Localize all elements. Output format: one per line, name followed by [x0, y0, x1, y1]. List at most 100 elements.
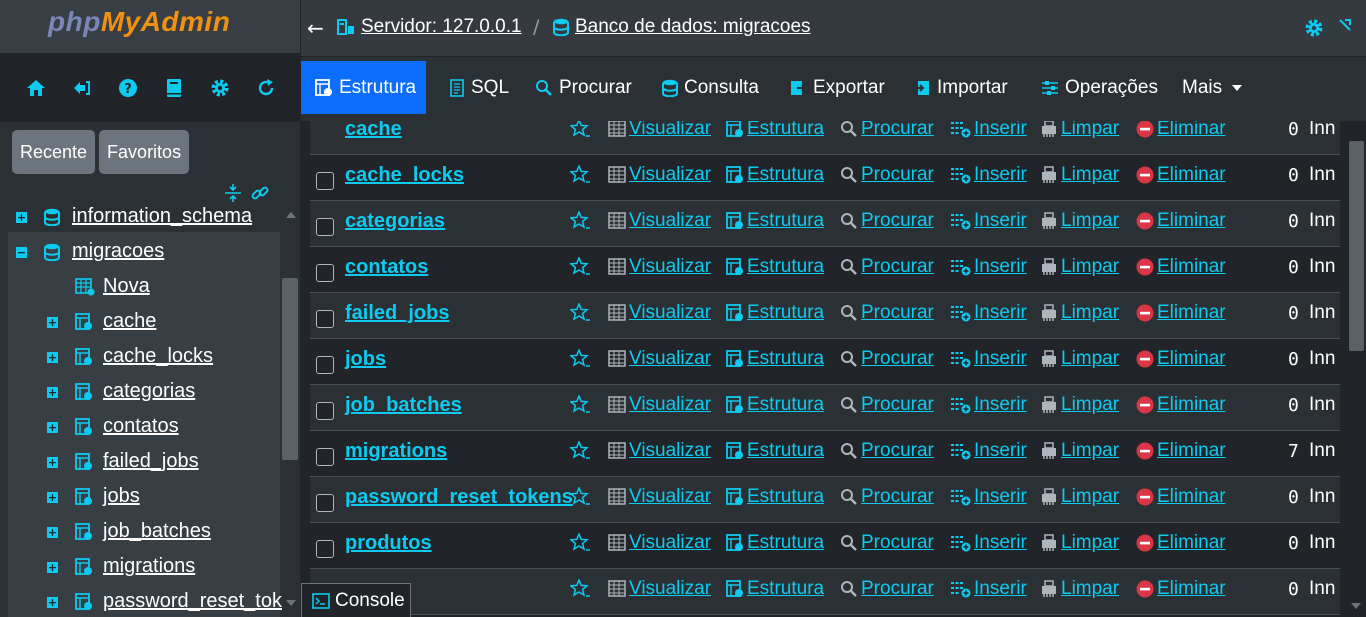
- tree-scrollbar[interactable]: [282, 200, 300, 617]
- tree-label-new[interactable]: Nova: [103, 275, 150, 298]
- row-checkbox[interactable]: [316, 310, 334, 328]
- empty-link[interactable]: Limpar: [1039, 121, 1119, 140]
- help-icon[interactable]: ?: [117, 77, 139, 99]
- drop-link[interactable]: Eliminar: [1135, 486, 1226, 508]
- phpmyadmin-logo[interactable]: phpMyAdmin: [0, 0, 300, 53]
- tree-label-migracoes[interactable]: migracoes: [72, 240, 164, 263]
- table-name-link[interactable]: produtos: [345, 532, 432, 555]
- row-checkbox[interactable]: [316, 540, 334, 558]
- tab-sql[interactable]: SQL: [449, 61, 509, 114]
- drop-link[interactable]: Eliminar: [1135, 302, 1226, 324]
- empty-link[interactable]: Limpar: [1039, 348, 1119, 370]
- browse-link[interactable]: Visualizar: [607, 256, 711, 278]
- favorite-star-icon[interactable]: [570, 487, 590, 505]
- browse-link[interactable]: Visualizar: [607, 348, 711, 370]
- table-name-link[interactable]: failed_jobs: [345, 302, 449, 325]
- favorite-star-icon[interactable]: [570, 303, 590, 321]
- tab-exportar[interactable]: Exportar: [789, 61, 885, 114]
- search-link[interactable]: Procurar: [839, 486, 934, 508]
- tab-consulta[interactable]: Consulta: [662, 61, 759, 114]
- empty-link[interactable]: Limpar: [1039, 394, 1119, 416]
- tab-procurar[interactable]: Procurar: [535, 61, 632, 114]
- insert-link[interactable]: Inserir: [950, 578, 1027, 600]
- breadcrumb-database[interactable]: Banco de dados: migracoes: [553, 16, 811, 38]
- scrollbar-thumb[interactable]: [282, 278, 298, 460]
- expand-icon[interactable]: +: [47, 387, 58, 398]
- documentation-icon[interactable]: [163, 77, 185, 99]
- back-arrow-icon[interactable]: ←: [307, 16, 324, 40]
- search-link[interactable]: Procurar: [839, 440, 934, 462]
- fullscreen-icon[interactable]: [1338, 18, 1352, 38]
- row-checkbox[interactable]: [316, 356, 334, 374]
- browse-link[interactable]: Visualizar: [607, 164, 711, 186]
- breadcrumb-server[interactable]: Servidor: 127.0.0.1: [337, 16, 522, 38]
- empty-link[interactable]: Limpar: [1039, 164, 1119, 186]
- tree-label-table[interactable]: cache_locks: [103, 345, 213, 368]
- empty-link[interactable]: Limpar: [1039, 440, 1119, 462]
- search-link[interactable]: Procurar: [839, 164, 934, 186]
- empty-link[interactable]: Limpar: [1039, 578, 1119, 600]
- table-name-link[interactable]: cache_locks: [345, 164, 464, 187]
- search-link[interactable]: Procurar: [839, 348, 934, 370]
- table-name-link[interactable]: migrations: [345, 440, 447, 463]
- empty-link[interactable]: Limpar: [1039, 302, 1119, 324]
- settings-gear-icon[interactable]: [209, 77, 231, 99]
- insert-link[interactable]: Inserir: [950, 348, 1027, 370]
- search-link[interactable]: Procurar: [839, 256, 934, 278]
- favorite-star-icon[interactable]: [570, 395, 590, 413]
- expand-icon[interactable]: +: [47, 422, 58, 433]
- insert-link[interactable]: Inserir: [950, 121, 1027, 140]
- favorite-star-icon[interactable]: [570, 257, 590, 275]
- tree-label-table[interactable]: contatos: [103, 415, 179, 438]
- empty-link[interactable]: Limpar: [1039, 210, 1119, 232]
- structure-link[interactable]: Estrutura: [725, 440, 824, 462]
- favorite-star-icon[interactable]: [570, 121, 590, 137]
- favorite-star-icon[interactable]: [570, 211, 590, 229]
- structure-link[interactable]: Estrutura: [725, 121, 824, 140]
- console-button[interactable]: Console: [301, 583, 411, 617]
- browse-link[interactable]: Visualizar: [607, 532, 711, 554]
- browse-link[interactable]: Visualizar: [607, 121, 711, 140]
- browse-link[interactable]: Visualizar: [607, 486, 711, 508]
- expand-icon[interactable]: +: [47, 597, 58, 608]
- search-link[interactable]: Procurar: [839, 121, 934, 140]
- tree-label-table[interactable]: cache: [103, 310, 156, 333]
- drop-link[interactable]: Eliminar: [1135, 164, 1226, 186]
- scrollbar-thumb[interactable]: [1349, 141, 1364, 351]
- table-name-link[interactable]: cache: [345, 121, 402, 141]
- insert-link[interactable]: Inserir: [950, 532, 1027, 554]
- collapse-icon[interactable]: −: [16, 247, 27, 258]
- favorite-tables-button[interactable]: Favoritos: [99, 130, 190, 174]
- insert-link[interactable]: Inserir: [950, 302, 1027, 324]
- tree-label-table[interactable]: jobs: [103, 485, 140, 508]
- scroll-up-arrow-icon[interactable]: [286, 212, 296, 218]
- structure-link[interactable]: Estrutura: [725, 256, 824, 278]
- tree-label-table[interactable]: password_reset_toke: [103, 590, 282, 613]
- row-checkbox[interactable]: [316, 172, 334, 190]
- tree-label-table[interactable]: job_batches: [103, 520, 211, 543]
- drop-link[interactable]: Eliminar: [1135, 121, 1226, 140]
- table-name-link[interactable]: jobs: [345, 348, 386, 371]
- expand-icon[interactable]: +: [47, 457, 58, 468]
- scroll-down-arrow-icon[interactable]: [286, 600, 296, 606]
- tab-estrutura[interactable]: Estrutura: [301, 61, 427, 114]
- empty-link[interactable]: Limpar: [1039, 532, 1119, 554]
- row-checkbox[interactable]: [316, 448, 334, 466]
- drop-link[interactable]: Eliminar: [1135, 394, 1226, 416]
- insert-link[interactable]: Inserir: [950, 486, 1027, 508]
- tab-importar[interactable]: Importar: [913, 61, 1008, 114]
- tree-label-table[interactable]: migrations: [103, 555, 195, 578]
- table-name-link[interactable]: categorias: [345, 210, 445, 233]
- row-checkbox[interactable]: [316, 218, 334, 236]
- expand-icon[interactable]: +: [47, 527, 58, 538]
- tab-mais-dropdown[interactable]: Mais: [1182, 61, 1243, 114]
- expand-icon[interactable]: +: [47, 352, 58, 363]
- tree-label-table[interactable]: failed_jobs: [103, 450, 199, 473]
- insert-link[interactable]: Inserir: [950, 394, 1027, 416]
- drop-link[interactable]: Eliminar: [1135, 348, 1226, 370]
- expand-icon[interactable]: +: [47, 317, 58, 328]
- search-link[interactable]: Procurar: [839, 394, 934, 416]
- search-link[interactable]: Procurar: [839, 532, 934, 554]
- favorite-star-icon[interactable]: [570, 165, 590, 183]
- scroll-down-arrow-icon[interactable]: [1351, 603, 1361, 609]
